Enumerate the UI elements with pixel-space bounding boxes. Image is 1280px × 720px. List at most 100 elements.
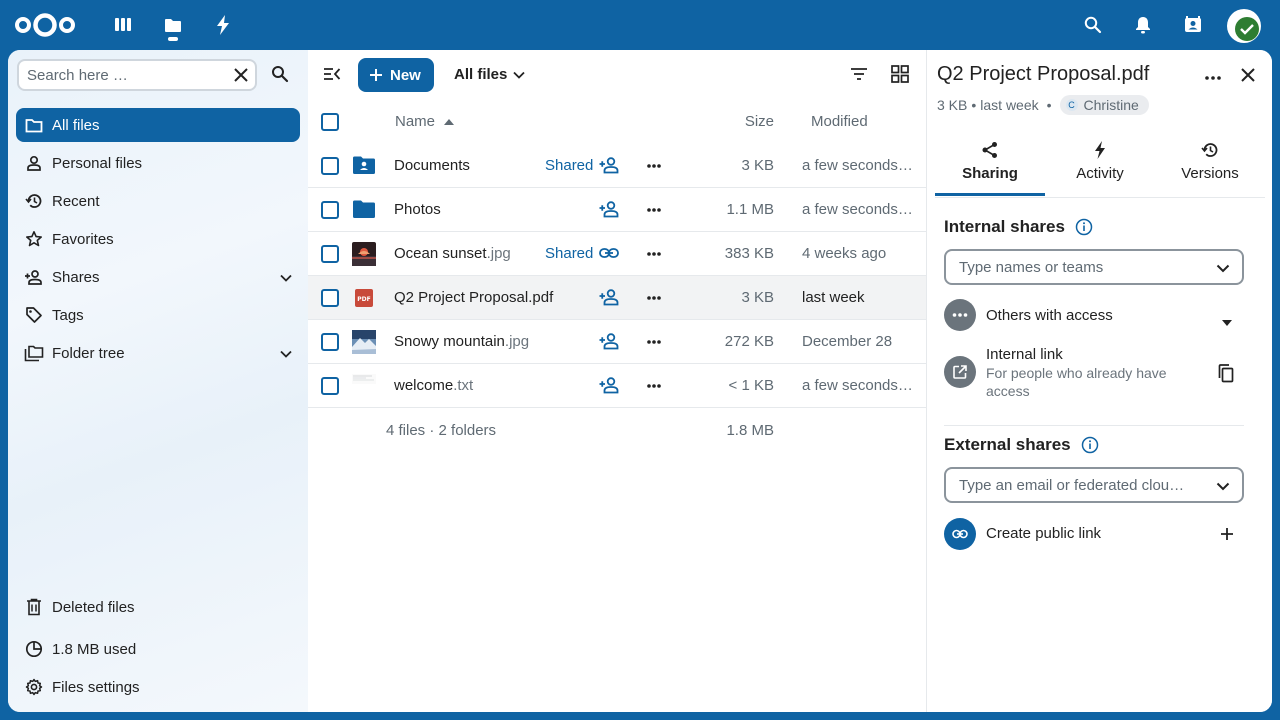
file-name[interactable]: Snowy mountain.jpg xyxy=(394,333,529,350)
toggle-navigation-icon[interactable] xyxy=(323,66,341,86)
row-checkbox[interactable] xyxy=(321,333,339,351)
plus-icon[interactable] xyxy=(1221,527,1233,544)
image-thumbnail xyxy=(352,242,376,266)
file-size: 3 KB xyxy=(741,289,774,306)
column-modified[interactable]: Modified xyxy=(811,113,868,130)
file-name[interactable]: Q2 Project Proposal.pdf xyxy=(394,289,553,306)
tab-sharing[interactable]: Sharing xyxy=(935,138,1045,196)
more-actions-icon[interactable] xyxy=(647,288,661,312)
external-share-input[interactable]: Type an email or federated clou… xyxy=(944,467,1244,503)
contacts-icon[interactable] xyxy=(1182,14,1204,36)
new-button-label: New xyxy=(390,66,421,84)
files-icon[interactable] xyxy=(162,14,184,36)
file-name[interactable]: Documents xyxy=(394,157,470,174)
tab-activity[interactable]: Activity xyxy=(1045,138,1155,196)
shared-label[interactable]: Shared xyxy=(545,157,593,174)
sidebar-title: Q2 Project Proposal.pdf xyxy=(937,63,1150,85)
row-checkbox[interactable] xyxy=(321,245,339,263)
nav-item-quota: 1.8 MB used xyxy=(16,632,300,666)
chevron-down-icon xyxy=(1216,478,1230,495)
close-icon[interactable] xyxy=(233,67,249,87)
table-row[interactable]: Ocean sunset.jpg Shared 383 KB 4 weeks a… xyxy=(308,232,926,276)
nav-item-recent[interactable]: Recent xyxy=(16,184,300,218)
more-actions-icon[interactable] xyxy=(647,376,661,400)
nextcloud-logo[interactable] xyxy=(14,10,76,40)
notifications-icon[interactable] xyxy=(1132,14,1154,36)
user-avatar[interactable] xyxy=(1227,9,1261,43)
select-all-checkbox[interactable] xyxy=(321,113,339,131)
nav-item-all-files[interactable]: All files xyxy=(16,108,300,142)
chevron-down-icon[interactable] xyxy=(280,345,292,362)
shared-label[interactable]: Shared xyxy=(545,245,593,262)
dashboard-icon[interactable] xyxy=(112,14,134,36)
search-icon[interactable] xyxy=(1082,14,1104,36)
account-plus-icon[interactable] xyxy=(599,200,619,222)
row-checkbox[interactable] xyxy=(321,289,339,307)
view-selector[interactable]: All files xyxy=(454,66,525,83)
account-plus-icon[interactable] xyxy=(599,376,619,398)
chevron-down-icon xyxy=(1216,260,1230,277)
nav-item-files-settings[interactable]: Files settings xyxy=(16,670,300,704)
more-actions-icon[interactable] xyxy=(647,244,661,268)
trash-icon xyxy=(24,597,44,617)
file-name[interactable]: Photos xyxy=(394,201,441,218)
nav-search-field[interactable] xyxy=(17,59,257,91)
file-name[interactable]: welcome.txt xyxy=(394,377,473,394)
table-row[interactable]: PDF Q2 Project Proposal.pdf 3 KB last we… xyxy=(308,276,926,320)
row-checkbox[interactable] xyxy=(321,377,339,395)
owner-chip[interactable]: C Christine xyxy=(1059,95,1149,115)
nav-item-favorites[interactable]: Favorites xyxy=(16,222,300,256)
link-icon[interactable] xyxy=(599,245,619,265)
tabs-divider xyxy=(935,197,1265,198)
close-icon[interactable] xyxy=(1241,68,1255,86)
others-with-access-label[interactable]: Others with access xyxy=(986,307,1113,324)
account-plus-icon[interactable] xyxy=(599,332,619,354)
file-size: 3 KB xyxy=(937,97,968,113)
table-row[interactable]: Photos 1.1 MB a few seconds ago xyxy=(308,188,926,232)
view-selector-label: All files xyxy=(454,66,508,83)
info-icon[interactable] xyxy=(1075,218,1093,236)
table-row[interactable]: welcome.txt < 1 KB a few seconds ago xyxy=(308,364,926,408)
section-divider xyxy=(944,425,1244,426)
info-icon[interactable] xyxy=(1081,436,1099,454)
row-checkbox[interactable] xyxy=(321,157,339,175)
caret-down-icon[interactable] xyxy=(1222,313,1232,330)
table-row[interactable]: Snowy mountain.jpg 272 KB December 28 xyxy=(308,320,926,364)
chevron-down-icon[interactable] xyxy=(280,269,292,286)
account-plus-icon[interactable] xyxy=(599,156,619,178)
table-row[interactable]: Documents Shared 3 KB a few seconds ago xyxy=(308,144,926,188)
row-checkbox[interactable] xyxy=(321,201,339,219)
more-actions-icon[interactable] xyxy=(647,200,661,224)
more-actions-icon[interactable] xyxy=(1205,70,1221,87)
nav-search-input[interactable] xyxy=(27,66,217,84)
nav-item-folder-tree[interactable]: Folder tree xyxy=(16,336,300,370)
link-icon xyxy=(944,518,976,550)
tab-versions[interactable]: Versions xyxy=(1155,138,1265,196)
history-icon xyxy=(24,191,44,211)
column-name[interactable]: Name xyxy=(395,113,455,130)
file-name[interactable]: Ocean sunset.jpg xyxy=(394,245,511,262)
search-icon[interactable] xyxy=(271,65,289,87)
nav-label: Folder tree xyxy=(52,344,125,362)
new-button[interactable]: New xyxy=(358,58,434,92)
create-public-link-label[interactable]: Create public link xyxy=(986,525,1101,542)
internal-share-input[interactable]: Type names or teams xyxy=(944,249,1244,285)
filter-icon[interactable] xyxy=(850,67,868,85)
account-plus-icon[interactable] xyxy=(599,288,619,310)
activity-icon[interactable] xyxy=(212,14,234,36)
grid-view-icon[interactable] xyxy=(891,65,909,87)
nav-item-personal-files[interactable]: Personal files xyxy=(16,146,300,180)
status-online-icon xyxy=(1235,17,1259,41)
nav-item-tags[interactable]: Tags xyxy=(16,298,300,332)
nav-item-shares[interactable]: Shares xyxy=(16,260,300,294)
tab-label: Versions xyxy=(1181,165,1239,182)
nav-label: All files xyxy=(52,116,100,134)
column-size[interactable]: Size xyxy=(745,113,774,130)
nav-item-deleted-files[interactable]: Deleted files xyxy=(16,590,300,624)
chart-pie-icon xyxy=(24,639,44,659)
copy-icon[interactable] xyxy=(1218,364,1234,387)
more-actions-icon[interactable] xyxy=(647,156,661,180)
file-size: < 1 KB xyxy=(728,377,774,394)
more-actions-icon[interactable] xyxy=(647,332,661,356)
details-sidebar: Q2 Project Proposal.pdf 3 KB • last week… xyxy=(926,50,1272,712)
